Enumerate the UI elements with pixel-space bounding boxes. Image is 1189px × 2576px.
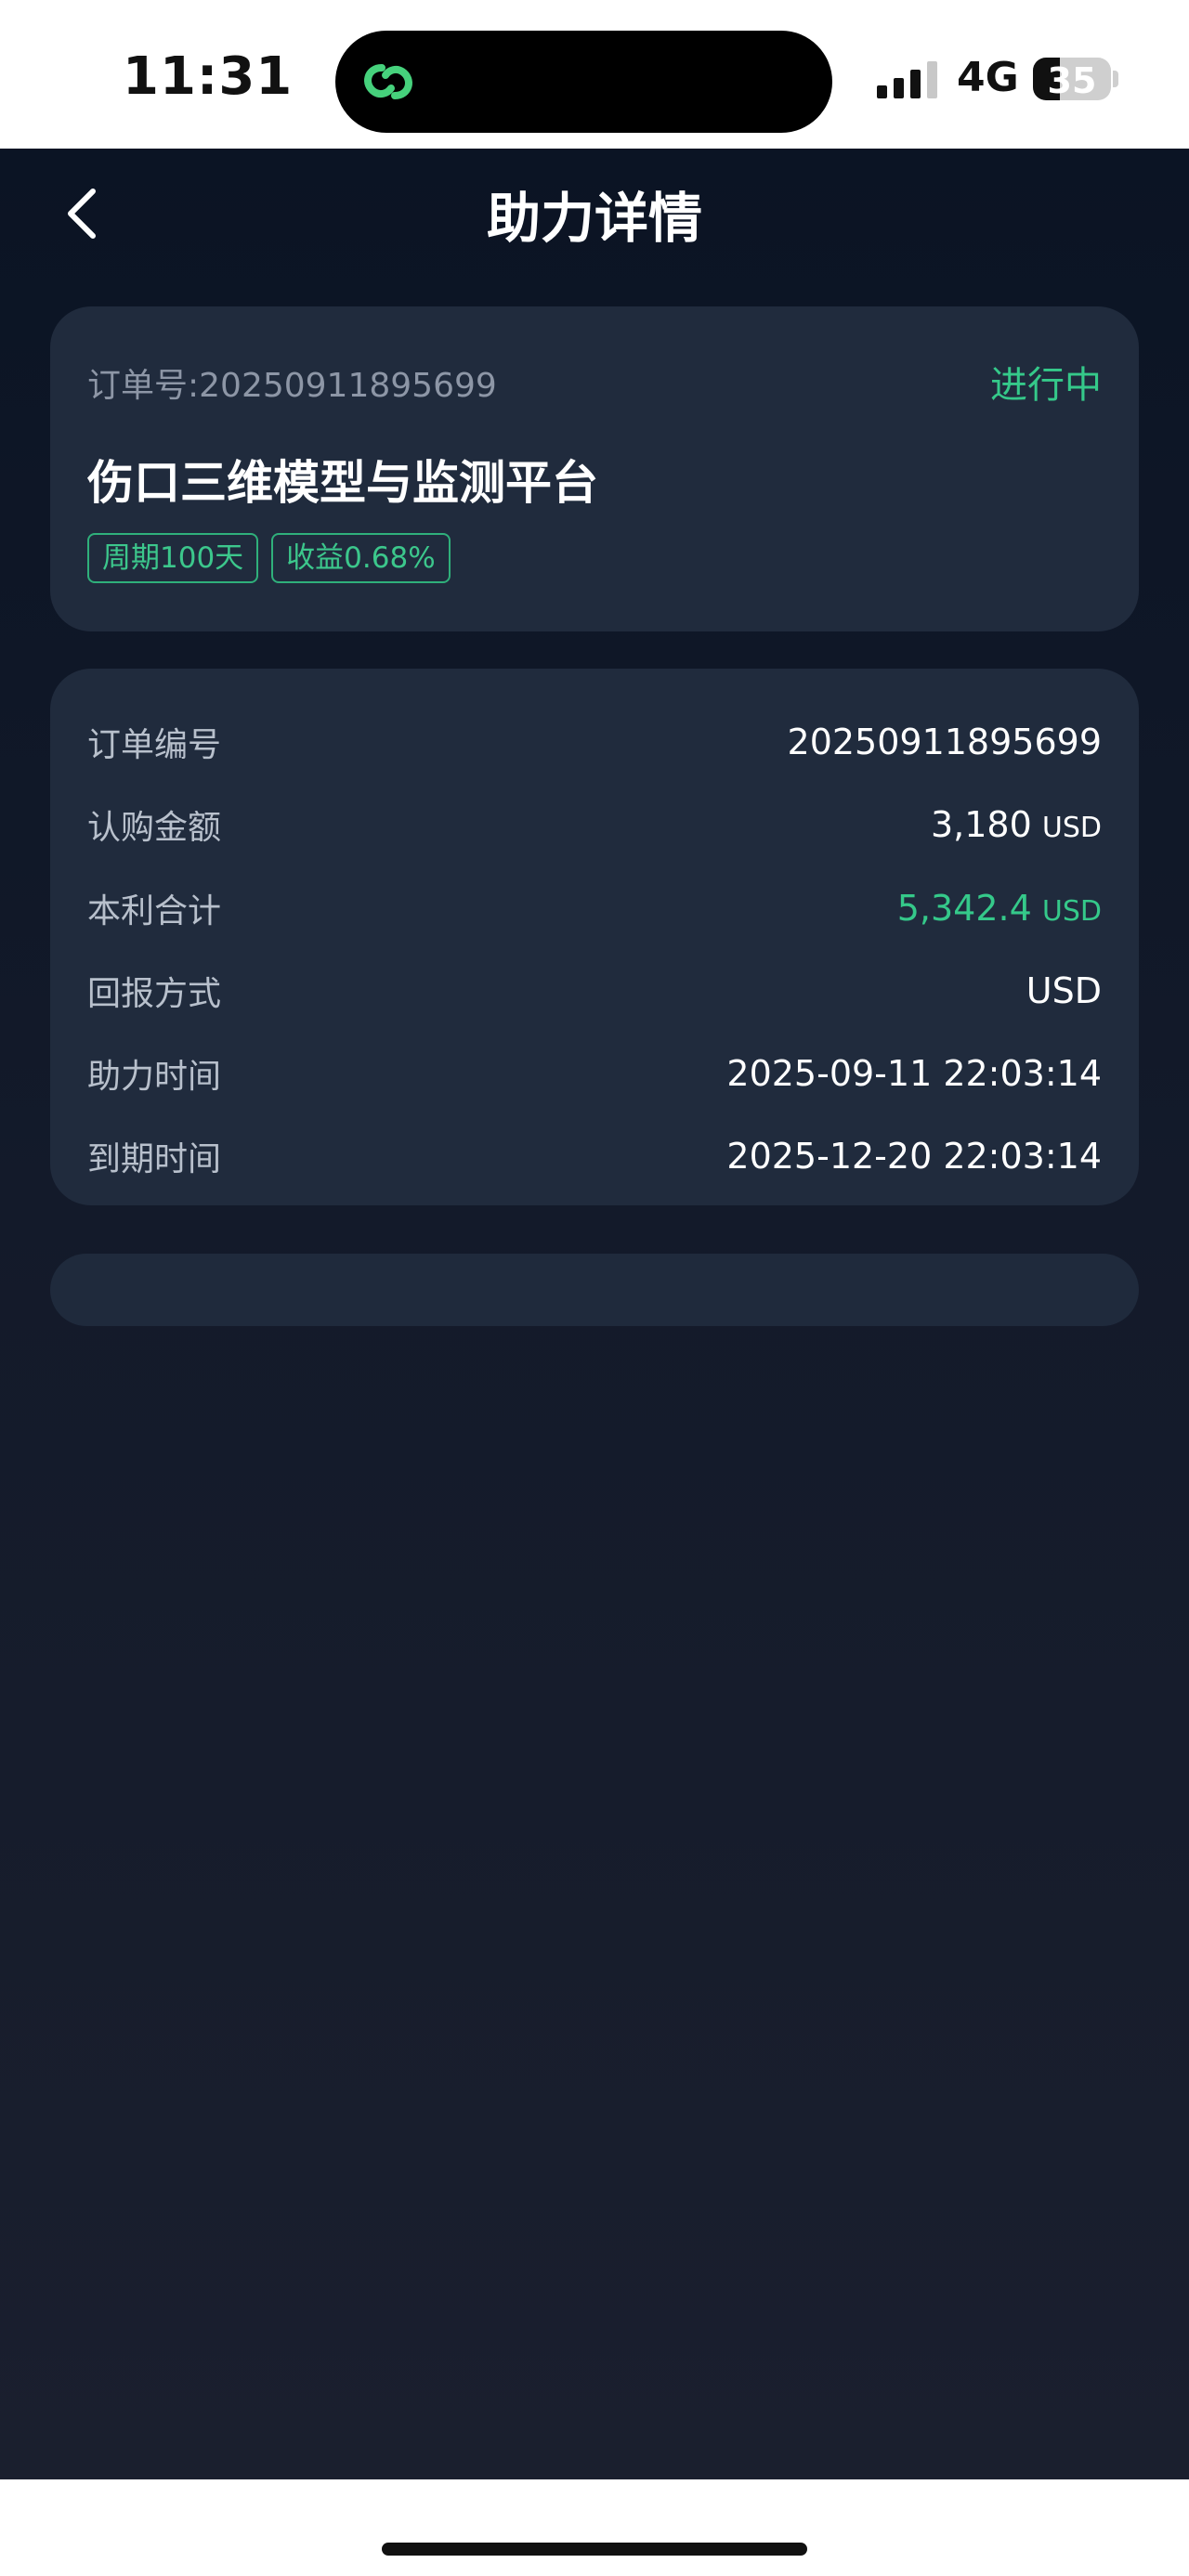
- battery-level: 35: [1047, 60, 1097, 100]
- battery-icon: 35: [1033, 58, 1111, 100]
- detail-value: 5,342.4: [896, 888, 1032, 929]
- detail-unit: USD: [1041, 812, 1102, 844]
- detail-value: 20250911895699: [787, 722, 1102, 762]
- detail-label: 回报方式: [87, 975, 222, 1013]
- project-name: 伤口三维模型与监测平台: [87, 456, 598, 510]
- app-screen: 11:31 4G 35 助力详情 订单号:20250911895699 进行中 …: [0, 0, 1189, 2576]
- tag-period: 周期100天: [87, 533, 259, 583]
- order-details-card: 订单编号 20250911895699 认购金额 3,180 USD 本利合计 …: [50, 669, 1139, 1205]
- dynamic-island: [335, 31, 832, 133]
- home-indicator-area: [0, 2479, 1189, 2576]
- detail-value: 2025-12-20 22:03:14: [726, 1136, 1102, 1177]
- detail-row-start-time: 助力时间 2025-09-11 22:03:14: [87, 1046, 1102, 1101]
- app-content: 助力详情 订单号:20250911895699 进行中 伤口三维模型与监测平台 …: [0, 149, 1189, 2479]
- detail-value: USD: [1026, 970, 1102, 1011]
- tag-yield: 收益0.68%: [271, 533, 451, 583]
- detail-value-group: 3,180 USD: [931, 804, 1102, 845]
- battery-cap: [1113, 71, 1118, 87]
- detail-value: 3,180: [931, 804, 1032, 845]
- detail-row-return-method: 回报方式 USD: [87, 963, 1102, 1019]
- detail-row-total: 本利合计 5,342.4 USD: [87, 880, 1102, 936]
- status-badge: 进行中: [990, 364, 1102, 407]
- status-time: 11:31: [123, 46, 294, 107]
- detail-value-group: 5,342.4 USD: [897, 888, 1102, 929]
- detail-label: 助力时间: [87, 1058, 222, 1096]
- status-bar: 11:31 4G 35: [0, 0, 1189, 149]
- page-title: 助力详情: [486, 187, 702, 250]
- detail-row-end-time: 到期时间 2025-12-20 22:03:14: [87, 1128, 1102, 1184]
- link-app-icon: [364, 64, 412, 99]
- cellular-signal-icon: [877, 61, 937, 98]
- detail-label: 订单编号: [87, 726, 222, 764]
- home-indicator[interactable]: [382, 2543, 807, 2556]
- network-type: 4G: [957, 54, 1019, 101]
- detail-label: 到期时间: [87, 1140, 222, 1178]
- detail-row-order-id: 订单编号 20250911895699: [87, 714, 1102, 770]
- detail-label: 认购金额: [87, 809, 222, 847]
- tag-list: 周期100天 收益0.68%: [87, 533, 451, 583]
- detail-row-amount: 认购金额 3,180 USD: [87, 797, 1102, 852]
- detail-unit: USD: [1041, 895, 1102, 928]
- detail-label: 本利合计: [87, 892, 222, 930]
- order-number: 订单号:20250911895699: [87, 367, 497, 405]
- order-summary-card: 订单号:20250911895699 进行中 伤口三维模型与监测平台 周期100…: [50, 306, 1139, 631]
- detail-value: 2025-09-11 22:03:14: [726, 1053, 1102, 1094]
- empty-card: [50, 1254, 1139, 1326]
